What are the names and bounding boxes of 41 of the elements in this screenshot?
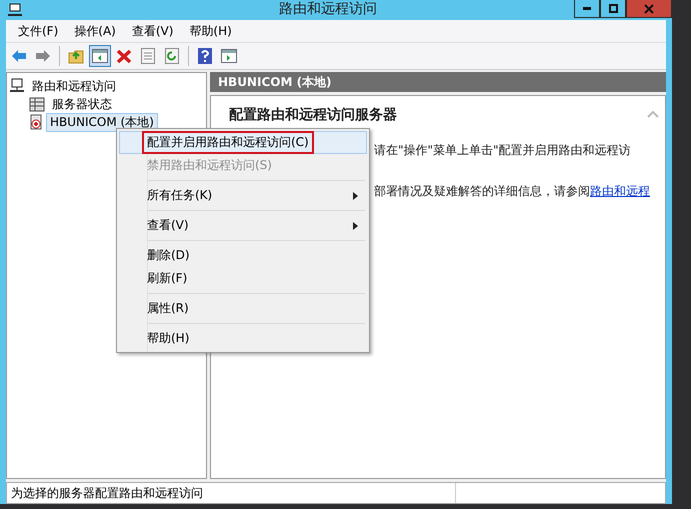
close-button[interactable] (626, 0, 672, 18)
context-menu-item[interactable]: 属性(R) (119, 297, 367, 320)
pane-header: HBUNICOM (本地) (210, 72, 666, 92)
menu-item[interactable]: 帮助(H) (183, 22, 238, 40)
status-text: 为选择的服务器配置路由和远程访问 (7, 483, 456, 503)
maximize-button[interactable] (600, 0, 626, 18)
toolbar-button[interactable] (89, 45, 111, 67)
context-menu-item[interactable]: 配置并启用路由和远程访问(C) (119, 131, 367, 154)
tree-item[interactable]: 服务器状态 (48, 94, 116, 114)
window-title: 路由和远程访问 (278, 0, 378, 18)
folder-icon (68, 48, 84, 64)
context-menu-item[interactable]: 查看(V) (119, 214, 367, 237)
menu-item[interactable]: 查看(V) (126, 22, 180, 40)
properties-icon (141, 48, 155, 64)
help-icon (198, 48, 212, 64)
forward-arrow-icon (35, 49, 51, 63)
tree-item[interactable]: 路由和远程访问 (28, 76, 120, 96)
maximize-icon (608, 4, 618, 13)
server-icon (29, 114, 43, 130)
computer-icon (8, 3, 22, 17)
server-icon (29, 96, 45, 112)
minimize-button[interactable] (574, 0, 600, 18)
tree-item[interactable]: HBUNICOM (本地) (46, 112, 158, 132)
menu-item[interactable]: 文件(F) (12, 22, 64, 40)
delete-icon (116, 48, 132, 64)
computer-icon (9, 78, 25, 94)
close-icon (644, 4, 654, 14)
menu-item[interactable]: 操作(A) (68, 22, 122, 40)
refresh-icon (165, 48, 179, 64)
description-text: 请在"操作"菜单上单击"配置并启用路由和远程访 (374, 142, 631, 159)
context-menu-item[interactable]: 所有任务(K) (119, 184, 367, 207)
section-heading: 配置路由和远程访问服务器 (229, 106, 398, 124)
help-link[interactable]: 路由和远程 (590, 184, 650, 198)
context-menu-item[interactable]: 刷新(F) (119, 267, 367, 290)
action-pane-icon (221, 49, 237, 63)
context-menu-item[interactable]: 帮助(H) (119, 327, 367, 350)
minimize-icon (583, 7, 591, 10)
pane-icon (92, 49, 108, 63)
description-text: 部署情况及疑难解答的详细信息，请参阅路由和远程 (374, 183, 650, 200)
back-arrow-icon (11, 49, 27, 63)
context-menu-item[interactable]: 删除(D) (119, 244, 367, 267)
